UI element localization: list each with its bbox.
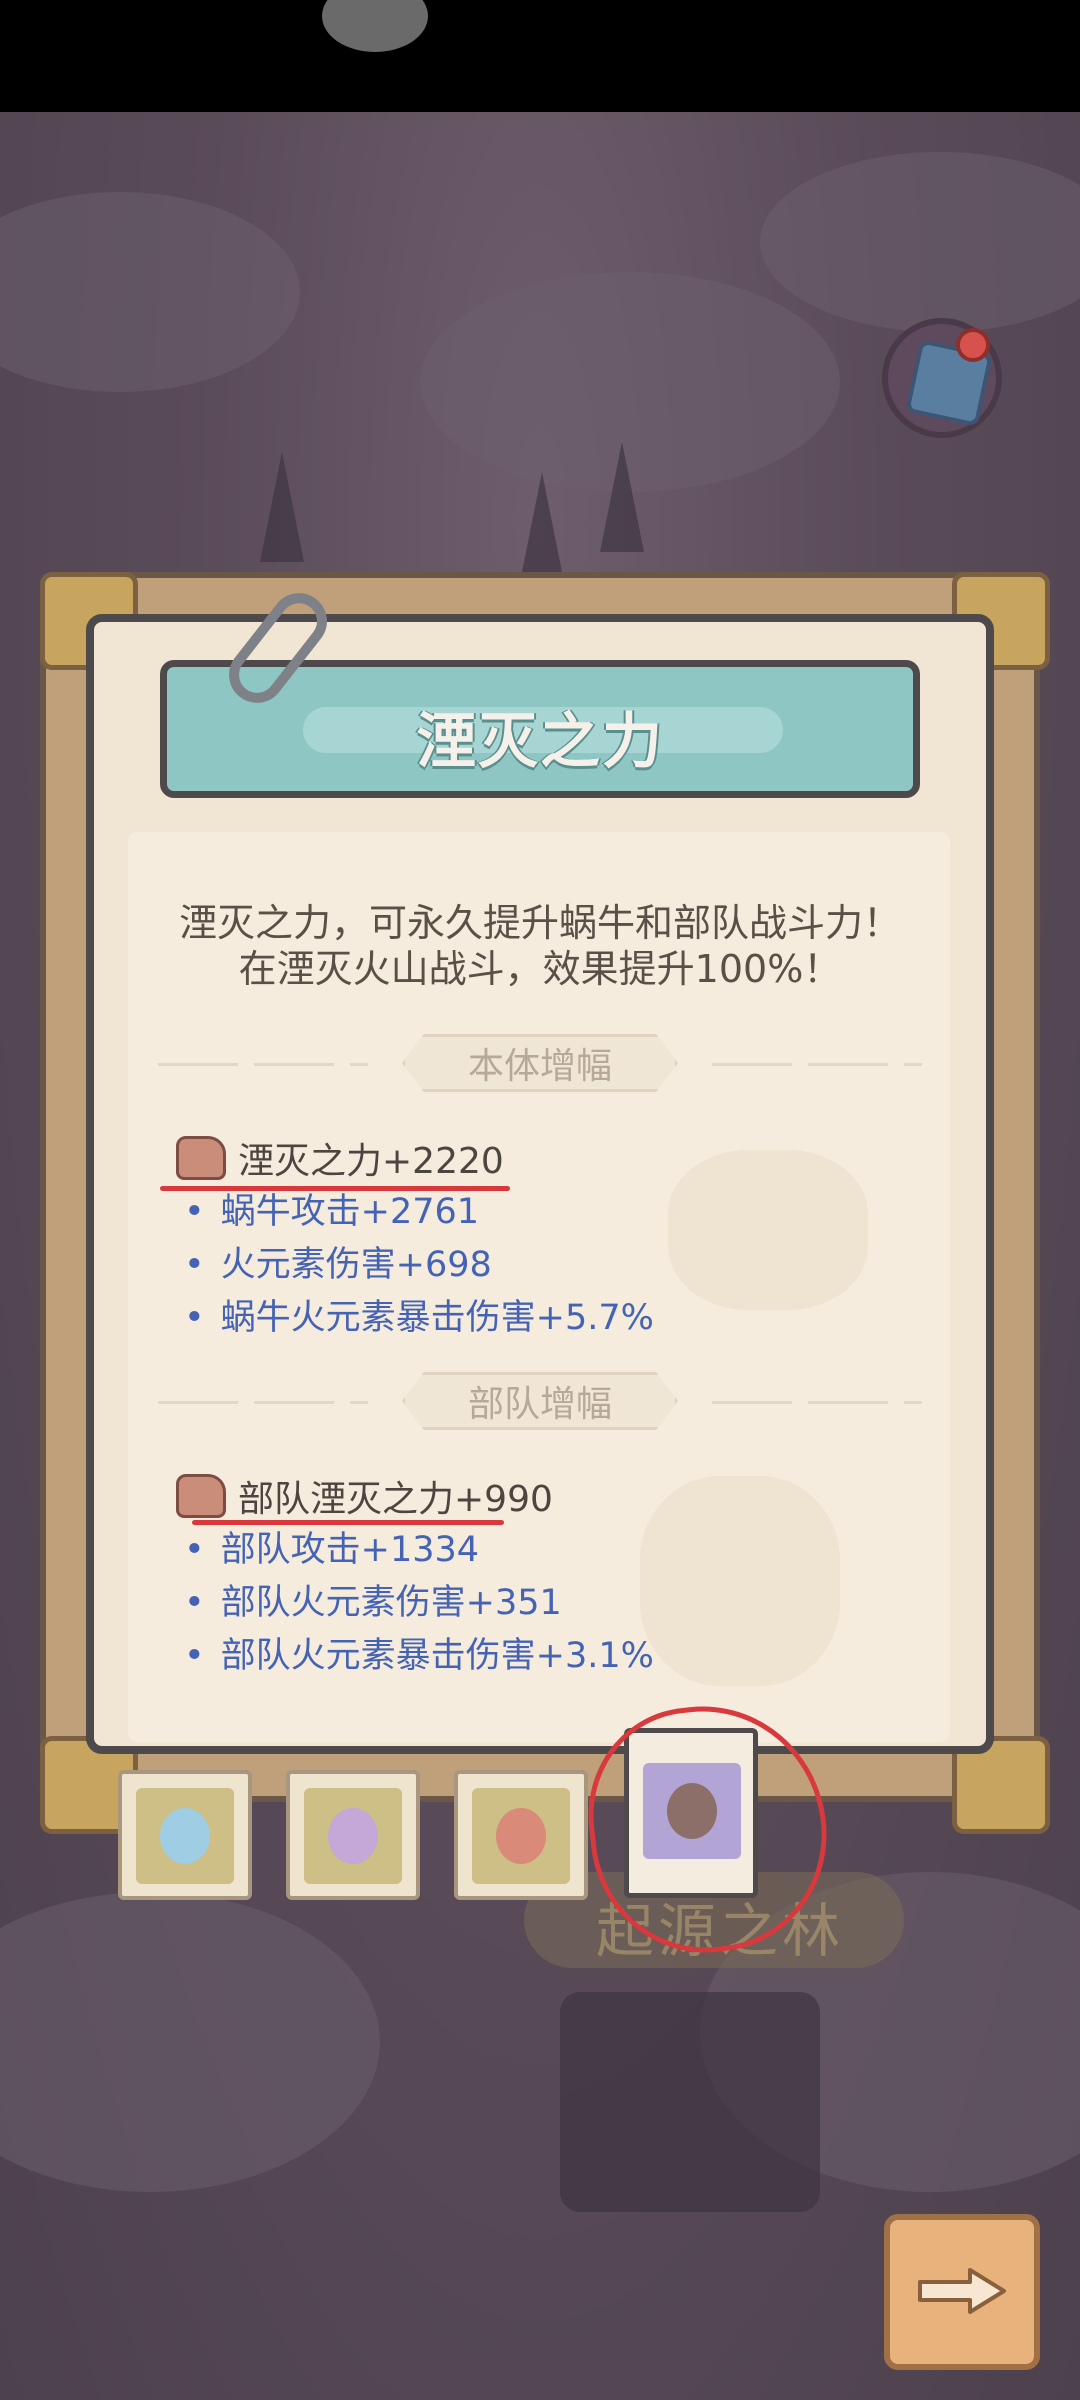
status-bar [0, 0, 1080, 112]
troop-bullet-3: 部队火元素暴击伤害+3.1% [184, 1631, 654, 1681]
red-crystal-icon [496, 1808, 546, 1864]
tab-red-crystal[interactable] [454, 1770, 588, 1900]
snail-silhouette-icon [668, 1150, 868, 1310]
camera-cutout [322, 0, 428, 52]
section-label-self: 本体增幅 [402, 1034, 678, 1092]
description-line-2: 在湮灭火山战斗，效果提升100%！ [238, 947, 842, 991]
tab-blue-flower[interactable] [118, 1770, 252, 1900]
self-headline: 湮灭之力+2220 [176, 1128, 504, 1188]
troop-bullet-2: 部队火元素伤害+351 [184, 1578, 562, 1628]
section-divider-troop: 部队增幅 [158, 1372, 922, 1432]
section-label-troop: 部队增幅 [402, 1372, 678, 1430]
self-bullet-3: 蜗牛火元素暴击伤害+5.7% [184, 1293, 654, 1343]
dice-gem-button[interactable] [882, 318, 1002, 438]
troop-headline-text: 部队湮灭之力+990 [238, 1479, 553, 1520]
section-divider-self: 本体增幅 [158, 1034, 922, 1094]
self-bullet-2: 火元素伤害+698 [184, 1240, 492, 1290]
notification-dot [956, 328, 990, 362]
rock-icon [176, 1136, 226, 1180]
tab-purple-flower[interactable] [286, 1770, 420, 1900]
troop-bullet-1: 部队攻击+1334 [184, 1525, 479, 1575]
next-button[interactable] [884, 2214, 1040, 2370]
dialog-title: 湮灭之力 [416, 707, 664, 777]
self-bullet-1: 蜗牛攻击+2761 [184, 1187, 479, 1237]
tab-bar [0, 1728, 1080, 1910]
troop-headline: 部队湮灭之力+990 [176, 1466, 553, 1526]
self-headline-text: 湮灭之力+2220 [238, 1141, 504, 1182]
purple-flower-icon [328, 1808, 378, 1864]
troop-rock-icon [176, 1474, 226, 1518]
blue-flower-icon [160, 1808, 210, 1864]
dragon-silhouette-icon [640, 1476, 840, 1686]
arrow-right-icon [918, 2268, 1006, 2314]
